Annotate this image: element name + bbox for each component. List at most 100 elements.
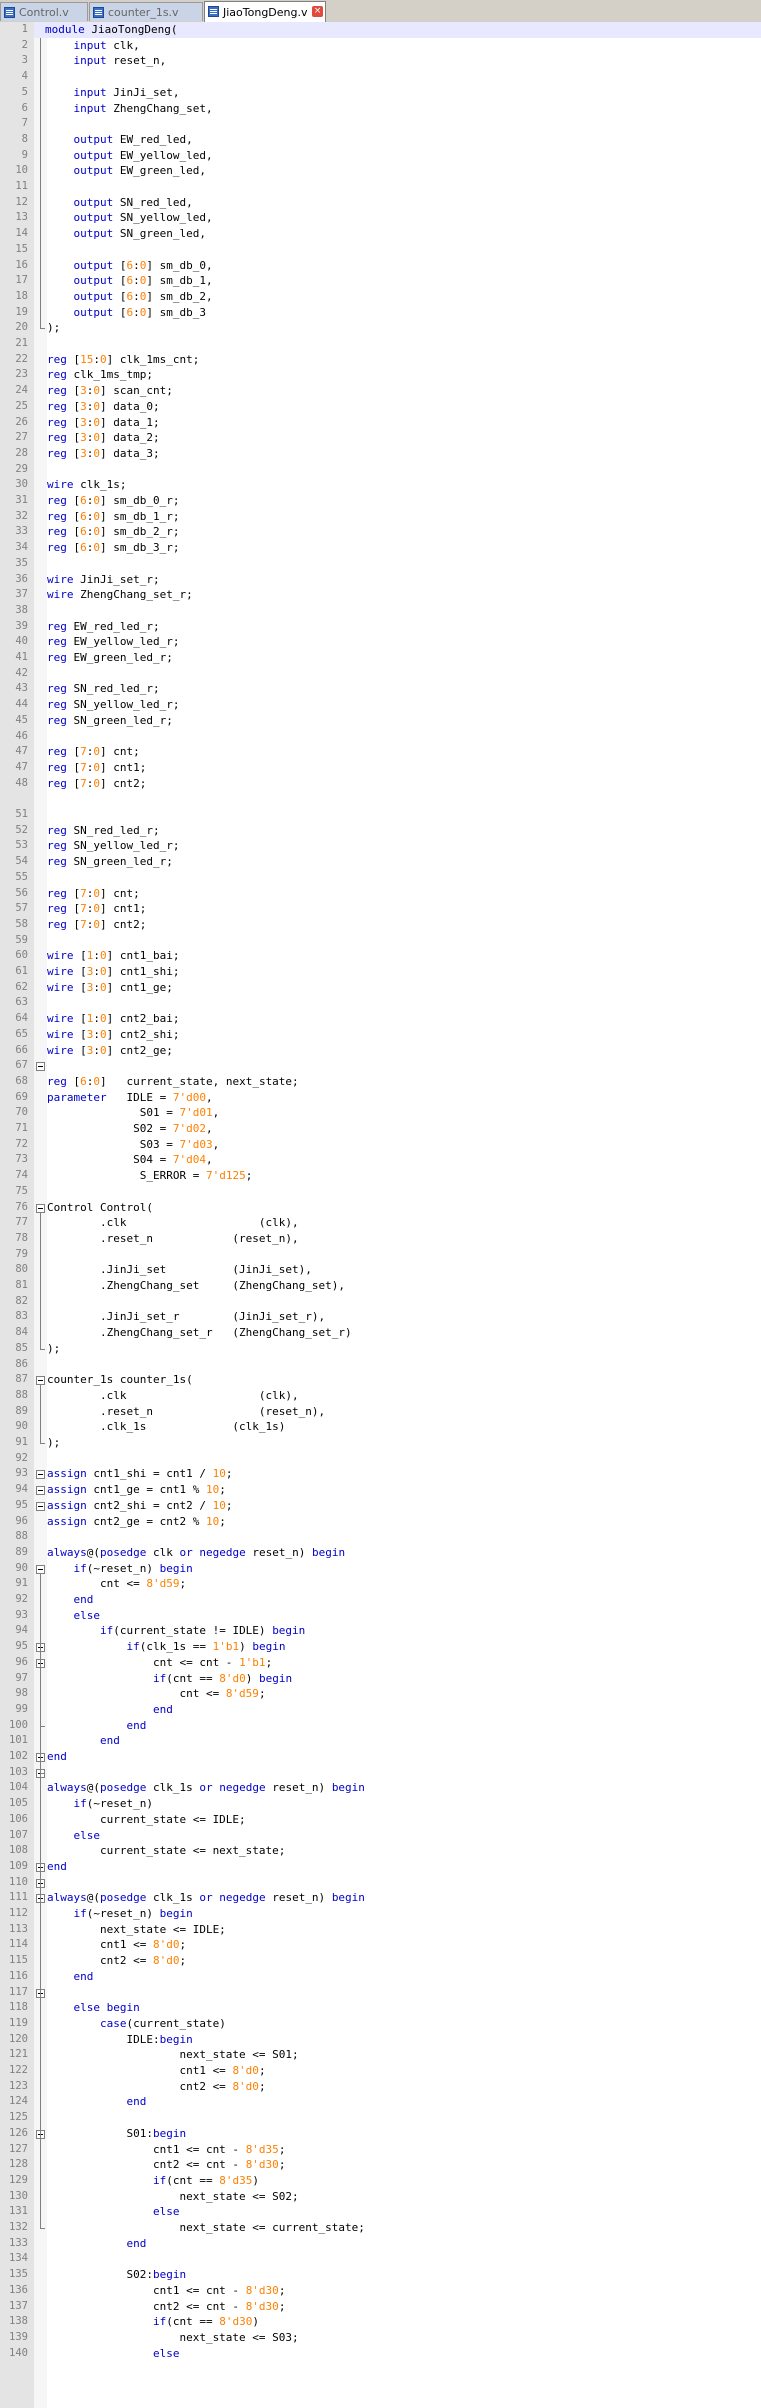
tab-jiaotongdeng-v[interactable]: JiaoTongDeng.v × xyxy=(204,1,326,22)
code-line: input JinJi_set, xyxy=(73,85,180,99)
code-editor[interactable]: 1 module JiaoTongDeng(2 input clk, 3 input… xyxy=(9,22,761,2408)
tab-control-v[interactable]: Control.v xyxy=(0,2,88,21)
fold-toggle-icon[interactable] xyxy=(36,1486,45,1496)
line-number: 96 xyxy=(15,1655,28,1668)
line-number: 13 xyxy=(15,211,28,224)
line-number: 106 xyxy=(9,1812,28,1825)
code-line: reg [3:0] data_1; xyxy=(47,415,160,429)
code-line: always@(posedge clk or negedge reset_n) … xyxy=(47,1545,346,1559)
line-number: 129 xyxy=(9,2173,28,2186)
code-line: .clk (clk), xyxy=(47,1216,299,1230)
line-number: 78 xyxy=(15,1231,28,1244)
code-line: next_state <= S01; xyxy=(47,2048,299,2062)
line-number: 19 xyxy=(15,305,28,318)
close-icon[interactable]: × xyxy=(312,6,323,17)
fold-end-marker xyxy=(40,1348,45,1350)
line-number: 46 xyxy=(15,729,28,742)
code-line: next_state <= current_state; xyxy=(47,2221,365,2234)
fold-toggle-icon[interactable] xyxy=(36,1062,45,1072)
code-line: end xyxy=(99,1734,120,1748)
code-line: reg [3:0] data_0; xyxy=(47,399,160,413)
line-number: 1 xyxy=(21,23,28,35)
line-number: 115 xyxy=(9,1954,28,1967)
code-line: reg [3:0] scan_cnt; xyxy=(47,384,173,398)
line-number: 63 xyxy=(15,996,28,1009)
line-number: 71 xyxy=(15,1122,28,1134)
line-number: 81 xyxy=(15,1279,28,1291)
line-number: 26 xyxy=(15,415,28,428)
line-number: 118 xyxy=(9,2001,28,2014)
code-line: reg SN_yellow_led_r; xyxy=(47,839,180,853)
code-line: counter_1s counter_1s( xyxy=(47,1373,193,1387)
code-line: ); xyxy=(47,321,61,335)
code-line: reg [15:0] clk_1ms_cnt; xyxy=(47,352,200,366)
line-number: 65 xyxy=(15,1027,28,1040)
line-number: 95 xyxy=(15,1498,28,1511)
code-line: wire clk_1s; xyxy=(47,478,127,492)
line-number: 111 xyxy=(9,1891,28,1904)
line-number: 39 xyxy=(15,619,28,632)
line-number: 88 xyxy=(15,1530,28,1543)
line-number: 134 xyxy=(9,2252,28,2265)
line-number: 7 xyxy=(21,117,28,130)
file-icon xyxy=(93,7,104,18)
code-line: reg [7:0] cnt; xyxy=(47,745,140,759)
code-line: reg EW_red_led_r; xyxy=(47,619,160,633)
code-line: assign cnt1_shi = cnt1 / 10; xyxy=(47,1467,233,1481)
code-line: cnt1 <= cnt - 8'd35; xyxy=(47,2142,286,2156)
line-number: 64 xyxy=(15,1012,28,1025)
line-number: 55 xyxy=(15,870,28,883)
line-number: 101 xyxy=(9,1734,28,1747)
line-number: 74 xyxy=(15,1169,28,1182)
line-number: 23 xyxy=(15,368,28,381)
code-line: reg SN_green_led_r; xyxy=(47,855,173,869)
line-number: 58 xyxy=(15,917,28,930)
line-number: 86 xyxy=(15,1357,28,1370)
line-number: 117 xyxy=(9,1985,28,1998)
code-line: output SN_green_led, xyxy=(73,227,206,241)
line-number: 20 xyxy=(15,321,28,334)
line-number: 98 xyxy=(15,1687,28,1700)
tab-counter-1s-v[interactable]: counter_1s.v xyxy=(89,2,203,21)
line-number: 18 xyxy=(15,289,28,302)
line-number: 139 xyxy=(9,2330,28,2343)
line-number: 95 xyxy=(15,1640,28,1653)
code-line: reg [3:0] data_3; xyxy=(47,446,160,460)
line-number: 47 xyxy=(15,760,28,773)
code-line: wire [1:0] cnt2_bai; xyxy=(47,1012,180,1026)
line-number: 68 xyxy=(15,1074,28,1087)
line-number: 121 xyxy=(9,2048,28,2061)
line-number: 89 xyxy=(15,1404,28,1417)
code-line: .ZhengChang_set (ZhengChang_set), xyxy=(47,1279,346,1292)
line-number: 120 xyxy=(9,2032,28,2045)
code-line: reg [7:0] cnt1; xyxy=(47,902,147,916)
code-line: else xyxy=(73,1828,101,1842)
code-line: cnt <= 8'd59; xyxy=(47,1687,266,1701)
code-line: parameter IDLE = 7'd00, xyxy=(47,1090,213,1104)
fold-toggle-icon[interactable] xyxy=(36,1501,45,1511)
line-number: 104 xyxy=(9,1781,28,1794)
code-line: reg [6:0] sm_db_1_r; xyxy=(47,509,180,523)
code-line: reg EW_green_led_r; xyxy=(47,651,173,664)
line-number: 96 xyxy=(15,1514,28,1527)
line-number: 93 xyxy=(15,1608,28,1621)
code-line: .ZhengChang_set_r (ZhengChang_set_r) xyxy=(47,1326,352,1340)
line-number: 89 xyxy=(15,1545,28,1558)
code-line: IDLE:begin xyxy=(47,2032,193,2046)
line-number: 87 xyxy=(15,1373,28,1386)
code-line: if(cnt == 8'd35) xyxy=(152,2173,259,2187)
fold-toggle-icon[interactable] xyxy=(36,1470,45,1480)
line-number: 88 xyxy=(15,1388,28,1401)
